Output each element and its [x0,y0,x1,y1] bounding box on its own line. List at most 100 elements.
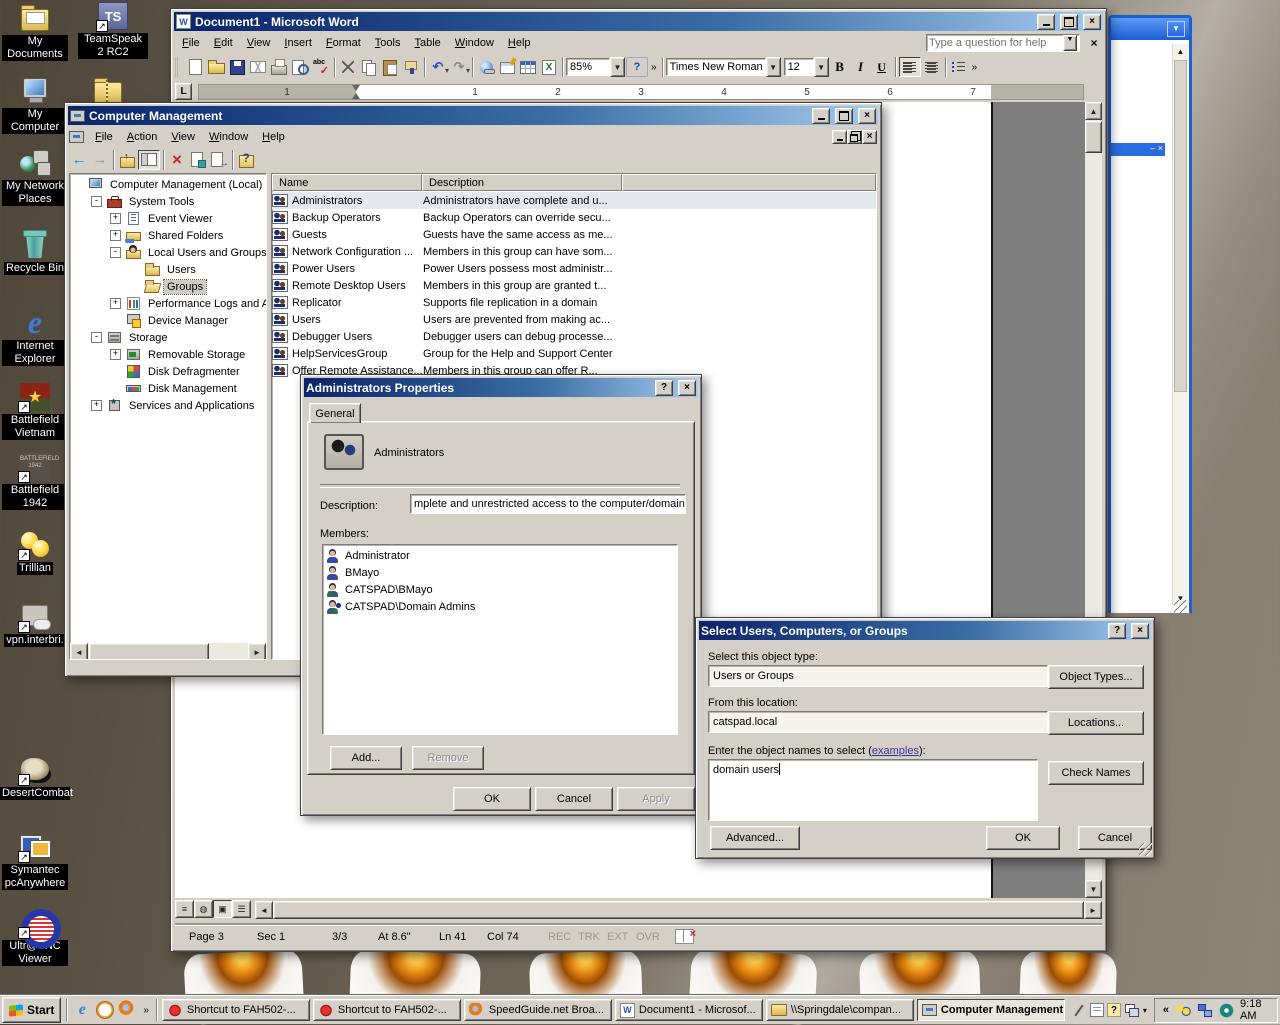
insert-table-icon[interactable] [518,58,538,76]
print-preview-icon[interactable] [290,58,310,76]
properties-icon[interactable] [188,151,208,169]
desktop-icon-pcanywhere[interactable]: ↗ Symantec pcAnywhere [2,832,68,890]
tree-item-local-users-and-groups[interactable]: -Local Users and Groups [72,244,266,261]
cm-child-minimize-button[interactable] [832,130,847,144]
description-field[interactable]: mplete and unrestricted access to the co… [410,494,686,514]
group-row-users[interactable]: UsersUsers are prevented from making ac.… [272,311,876,328]
align-left-button[interactable] [899,57,921,77]
tables-borders-icon[interactable] [497,58,517,76]
cm-child-close-button[interactable]: × [862,130,877,144]
tab-stop-selector[interactable]: L [175,83,192,100]
menu-format[interactable]: Format [319,36,368,50]
props-titlebar[interactable]: Administrators Properties ? × [304,378,698,397]
check-names-button[interactable]: Check Names [1048,761,1144,785]
cm-maximize-button[interactable] [835,108,853,124]
tree-item-computer-management-local-[interactable]: +Computer Management (Local) [72,176,266,193]
desktop-icon-desertcombat[interactable]: ↗ DesertCombat [2,755,68,800]
desktop-icon-my-network-places[interactable]: My Network Places [2,148,68,206]
status-trk[interactable]: TRK [578,931,600,943]
group-row-network-configuration-[interactable]: Network Configuration ...Members in this… [272,243,876,260]
tree-toggle-icon[interactable]: - [110,247,121,258]
group-row-guests[interactable]: GuestsGuests have the same access as me.… [272,226,876,243]
taskbar-task-computer-management[interactable]: Computer Management [917,999,1065,1021]
tree-item-disk-defragmenter[interactable]: +Disk Defragmenter [72,363,266,380]
email-icon[interactable] [248,58,268,76]
status-ovr[interactable]: OVR [636,931,660,943]
format-options-chevron-icon[interactable]: » [970,62,980,73]
tree-item-event-viewer[interactable]: +Event Viewer [72,210,266,227]
new-icon[interactable] [185,58,205,76]
group-row-power-users[interactable]: Power UsersPower Users possess most admi… [272,260,876,277]
taskbar-task--springdale-compan-[interactable]: \\Springdale\compan... [766,999,914,1021]
blue-window-scrollbar[interactable]: ▲ ▼ [1172,44,1188,605]
column-header-description[interactable]: Description [422,174,622,191]
members-listbox[interactable]: AdministratorBMayoCATSPAD\BMayoCATSPAD\D… [322,544,678,735]
print-layout-view-button[interactable]: ▣ [213,900,232,918]
group-row-remote-desktop-users[interactable]: Remote Desktop UsersMembers in this grou… [272,277,876,294]
undo-icon[interactable] [428,58,448,76]
props-apply-button[interactable]: Apply [617,787,695,811]
status-ext[interactable]: EXT [607,931,628,943]
taskbar-task-speedguide-net-broa-[interactable]: SpeedGuide.net Broa... [464,999,612,1021]
props-help-button[interactable]: ? [655,380,673,396]
deskband-expand-icon[interactable]: ▾ [1143,1006,1147,1015]
tray-pcanywhere-icon[interactable] [1219,1003,1234,1018]
scroll-right-icon[interactable]: ► [1084,901,1102,919]
web-layout-view-button[interactable]: ◍ [194,900,213,918]
member-row-administrator[interactable]: Administrator [325,547,675,564]
tree-toggle-icon[interactable]: + [110,213,121,224]
taskbar-task-shortcut-to-fah502-[interactable]: Shortcut to FAH502-... [162,999,310,1021]
desktop-icon-recycle-bin[interactable]: Recycle Bin [2,230,68,275]
word-maximize-button[interactable] [1060,14,1078,30]
tree-item-groups[interactable]: +Groups [72,278,266,295]
tray-clock[interactable]: 9:18 AM [1240,998,1269,1022]
tree-item-system-tools[interactable]: -System Tools [72,193,266,210]
back-icon[interactable] [69,151,89,169]
desktop-icon-my-documents[interactable]: My Documents [2,3,68,61]
object-type-field[interactable]: Users or Groups [708,665,1048,687]
deskband-windows-icon[interactable] [1124,1003,1140,1018]
cm-close-button[interactable]: × [858,108,876,124]
excel-icon[interactable] [539,58,559,76]
deskband-notes-icon[interactable] [1090,1003,1104,1017]
quicklaunch-firefox-icon[interactable] [118,1000,138,1020]
desktop-icon-battlefield-vietnam[interactable]: ★↗ Battlefield Vietnam [2,382,68,440]
advanced-button[interactable]: Advanced... [710,826,800,850]
blue-window-titlebar-button[interactable]: ▾ [1167,21,1185,37]
tree-toggle-icon[interactable]: - [91,332,102,343]
copy-icon[interactable] [359,58,379,76]
select-titlebar[interactable]: Select Users, Computers, or Groups ? × [699,621,1151,640]
normal-view-button[interactable]: ≡ [175,900,194,918]
hanging-indent-marker[interactable] [352,89,360,99]
props-close-button[interactable]: × [678,380,696,396]
menu-action[interactable]: Action [120,130,165,144]
bullets-button[interactable] [949,58,969,76]
word-ruler[interactable]: L 1 1234567 [175,83,1084,100]
menu-view[interactable]: View [164,130,202,144]
menu-help[interactable]: Help [255,130,292,144]
font-size-combo[interactable]: 12 ▼ [784,57,829,77]
object-types-button[interactable]: Object Types... [1048,665,1144,689]
quicklaunch-overflow-chevron-icon[interactable]: » [141,1005,151,1016]
tree-horizontal-scrollbar[interactable]: ◄ ► [70,643,266,659]
select-help-button[interactable]: ? [1108,623,1126,639]
scroll-up-icon[interactable]: ▲ [1085,102,1102,120]
member-row-bmayo[interactable]: BMayo [325,564,675,581]
export-icon[interactable] [209,151,229,169]
font-name-combo[interactable]: Times New Roman ▼ [666,57,781,77]
toolbar-options-chevron-icon[interactable]: » [649,62,659,73]
redo-icon[interactable] [449,58,469,76]
scroll-left-icon[interactable]: ◄ [255,901,273,919]
hyperlink-icon[interactable] [476,58,496,76]
taskbar-task-shortcut-to-fah502-[interactable]: Shortcut to FAH502-... [313,999,461,1021]
tree-item-shared-folders[interactable]: +Shared Folders [72,227,266,244]
zoom-combo[interactable]: 85% ▼ [566,57,625,77]
menu-window[interactable]: Window [448,36,501,50]
cm-titlebar[interactable]: Computer Management × [68,106,878,125]
quicklaunch-clock-icon[interactable] [95,1000,115,1020]
tray-collapse-chevron-icon[interactable]: « [1163,1004,1169,1016]
locations-button[interactable]: Locations... [1048,711,1144,735]
cm-child-restore-button[interactable] [847,130,862,144]
desktop-icon-ultravnc[interactable]: ↗ Ultr@VNC Viewer [2,908,68,966]
location-field[interactable]: catspad.local [708,711,1048,733]
